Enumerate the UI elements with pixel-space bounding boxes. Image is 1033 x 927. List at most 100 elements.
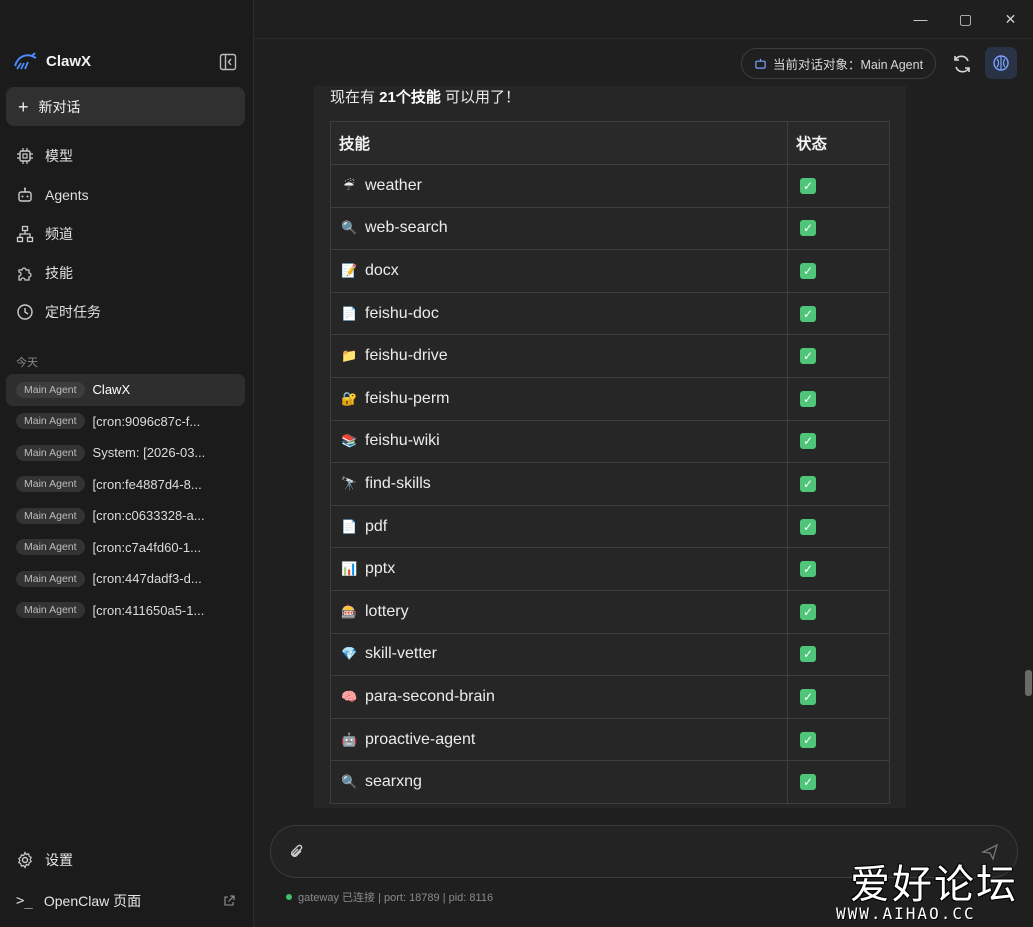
scrollbar-thumb[interactable] (1025, 670, 1032, 696)
check-icon: ✓ (800, 262, 816, 279)
table-row: 📚 feishu-wiki ✓ (330, 419, 890, 464)
nav-item-scheduled-tasks[interactable]: 定时任务 (6, 292, 245, 331)
gateway-status-text: gateway 已连接 | port: 18789 | pid: 8116 (298, 892, 494, 904)
session-title: System: [2026-03... (92, 445, 206, 461)
skill-name: proactive-agent (365, 730, 476, 748)
refresh-icon[interactable] (951, 53, 973, 75)
session-item[interactable]: Main Agent [cron:c7a4fd60-1... (6, 532, 245, 564)
check-icon: ✓ (800, 433, 816, 450)
session-item[interactable]: Main Agent ClawX (6, 374, 245, 406)
session-item[interactable]: Main Agent [cron:411650a5-1... (6, 595, 245, 627)
skill-name-cell: ☔ weather (330, 164, 788, 208)
skill-emoji-icon: 🔍 (341, 774, 358, 790)
skill-status-cell: ✓ (787, 419, 890, 464)
skill-name-cell: 🔍 searxng (330, 760, 788, 804)
skill-name: find-skills (365, 474, 431, 492)
brain-toggle-button[interactable] (985, 47, 1017, 79)
nav-label: 定时任务 (45, 303, 101, 320)
gear-icon (18, 851, 32, 869)
skill-name: weather (365, 176, 422, 194)
skill-emoji-icon: 🔐 (341, 390, 358, 406)
skill-status-cell: ✓ (787, 249, 890, 293)
skill-name: feishu-perm (365, 389, 450, 407)
nav-item-agents[interactable]: Agents (6, 175, 245, 214)
maximize-button[interactable]: ▢ (943, 0, 988, 38)
status-dot (286, 894, 292, 900)
skill-name: web-search (365, 219, 448, 237)
settings-button[interactable]: 设置 (6, 841, 245, 879)
table-row: ☔ weather ✓ (330, 164, 890, 208)
skill-emoji-icon: ☔ (343, 177, 355, 193)
assistant-message: 现在有 21个技能 可以用了！ 技能 状态 ☔ weather ✓ 🔍 web-sear… (314, 86, 906, 808)
table-row: 🔭 find-skills ✓ (330, 462, 890, 506)
watermark-cn: 爱好论坛 (850, 862, 1018, 908)
check-icon: ✓ (800, 305, 816, 322)
agent-badge: Main Agent (16, 570, 85, 587)
openclaw-page-link[interactable]: >_ OpenClaw 页面 (6, 882, 245, 920)
nav-label: 模型 (45, 147, 73, 164)
skill-name: lottery (365, 602, 409, 620)
external-link-icon (224, 895, 235, 906)
brand[interactable]: ClawX (12, 50, 91, 72)
skill-name-cell: 💎 skill-vetter (330, 632, 788, 677)
session-item[interactable]: Main Agent [cron:9096c87c-f... (6, 406, 245, 438)
puzzle-icon (18, 266, 32, 281)
agent-badge: Main Agent (16, 444, 85, 461)
check-icon: ✓ (800, 731, 816, 748)
skill-emoji-icon: 💎 (341, 646, 358, 662)
watermark-en: WWW.AIHAO.CC (836, 904, 976, 923)
current-agent-label: 当前对话对象：Main Agent (773, 58, 924, 72)
nav-item-models[interactable]: 模型 (6, 136, 245, 175)
skill-name-cell: 🔭 find-skills (330, 462, 788, 506)
agent-badge: Main Agent (16, 602, 85, 619)
table-row: 🤖 proactive-agent ✓ (330, 717, 890, 762)
sidebar: ClawX + 新对话 模型 Agents 频道 技能 定时任务 今天 Main… (0, 0, 254, 927)
table-row: 🎰 lottery ✓ (330, 589, 890, 634)
skill-name-cell: 📊 pptx (330, 547, 788, 591)
skill-name: searxng (365, 773, 422, 791)
skill-name: feishu-drive (365, 347, 448, 365)
skill-name-cell: 📝 docx (330, 249, 788, 293)
app-window: ClawX + 新对话 模型 Agents 频道 技能 定时任务 今天 Main… (0, 0, 1033, 927)
check-icon: ✓ (800, 646, 816, 663)
new-chat-button[interactable]: + 新对话 (6, 87, 245, 126)
bot-icon (755, 58, 766, 69)
session-item[interactable]: Main Agent [cron:447dadf3-d... (6, 563, 245, 595)
claw-logo-icon (14, 52, 37, 70)
skill-status-cell: ✓ (787, 206, 890, 251)
agent-badge: Main Agent (16, 381, 85, 398)
clock-icon (17, 303, 33, 320)
section-today-label: 今天 (16, 357, 38, 369)
table-row: 📄 pdf ✓ (330, 504, 890, 549)
skill-status-cell: ✓ (787, 589, 890, 634)
check-icon: ✓ (800, 688, 816, 705)
watermark: 爱好论坛 WWW.AIHAO.CC (836, 852, 1026, 924)
chip-icon (17, 147, 33, 164)
session-item[interactable]: Main Agent System: [2026-03... (6, 437, 245, 469)
session-item[interactable]: Main Agent [cron:fe4887d4-8... (6, 469, 245, 501)
minimize-button[interactable]: — (898, 0, 943, 38)
table-row: 📝 docx ✓ (330, 249, 890, 293)
skill-status-cell: ✓ (787, 462, 890, 506)
check-icon: ✓ (800, 220, 816, 237)
close-button[interactable]: ✕ (988, 0, 1033, 38)
current-agent-pill[interactable]: 当前对话对象：Main Agent (741, 48, 937, 79)
table-header-row: 技能 状态 (330, 121, 890, 165)
skill-emoji-icon: 📝 (341, 262, 358, 278)
table-row: 📁 feishu-drive ✓ (330, 334, 890, 378)
skill-name-cell: 📄 feishu-doc (330, 291, 788, 336)
skill-emoji-icon: 📁 (341, 348, 358, 364)
skill-emoji-icon: 🔭 (341, 475, 358, 491)
skill-status-cell: ✓ (787, 717, 890, 762)
skill-status-cell: ✓ (787, 164, 890, 208)
gateway-status: gateway 已连接 | port: 18789 | pid: 8116 (286, 889, 493, 905)
session-item[interactable]: Main Agent [cron:c0633328-a... (6, 500, 245, 532)
chat-header: 当前对话对象：Main Agent (254, 38, 1033, 88)
nav-item-channels[interactable]: 频道 (6, 214, 245, 253)
nav-label: Agents (45, 186, 89, 203)
nav-item-skills[interactable]: 技能 (6, 253, 245, 292)
skill-emoji-icon: 🤖 (341, 731, 358, 747)
collapse-sidebar-icon[interactable] (219, 53, 237, 71)
skill-status-cell: ✓ (787, 547, 890, 591)
paperclip-icon[interactable] (289, 843, 305, 861)
